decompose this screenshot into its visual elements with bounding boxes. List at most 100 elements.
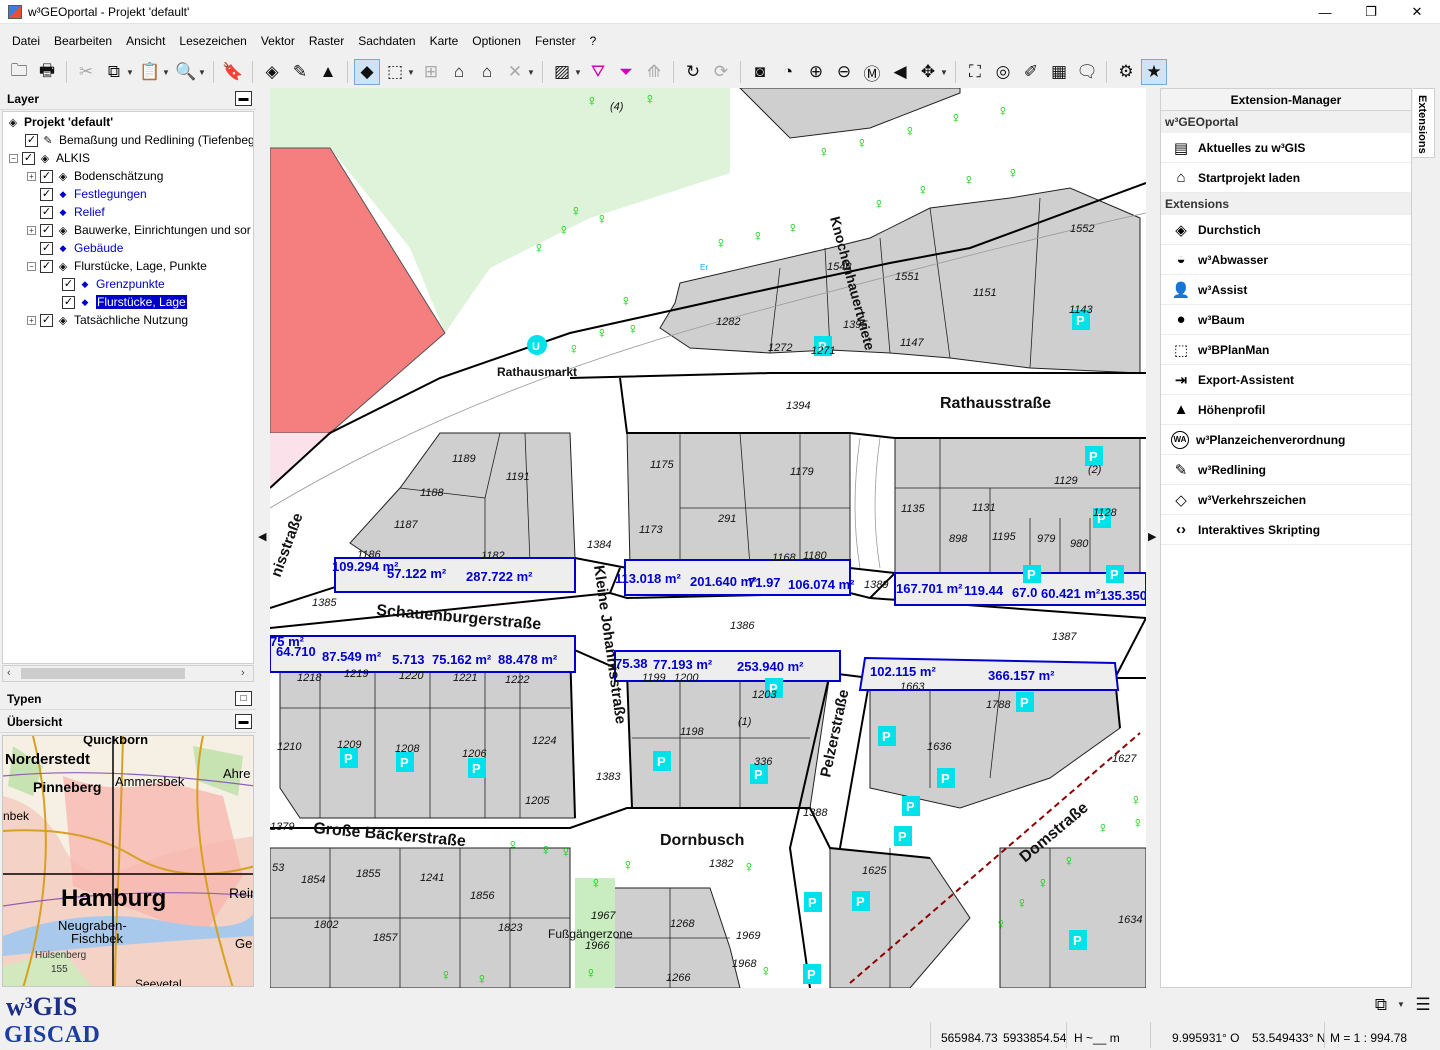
ext-item-planzeichen[interactable]: WA w³Planzeichenverordnung — [1161, 425, 1411, 455]
tree-row-grenzpunkte[interactable]: ✓ ◆ Grenzpunkte — [62, 275, 165, 293]
layer-checkbox[interactable]: ✓ — [40, 223, 53, 237]
ext-item-startprojekt[interactable]: ⌂ Startprojekt laden — [1161, 163, 1411, 193]
zoom-m-icon[interactable]: Ⓜ — [859, 59, 885, 85]
grid-select-icon[interactable]: ⊞ — [418, 59, 444, 85]
deselect-icon[interactable]: ✕ — [502, 59, 528, 85]
layout-dropdown-icon[interactable]: ▼ — [1397, 1000, 1406, 1009]
ext-item-durchstich[interactable]: ◈ Durchstich — [1161, 215, 1411, 245]
map-canvas[interactable]: ♀ ♀ ♀ ♀ ♀ ♀ ♀ ♀ ♀ ♀ ♀ ♀ ♀ ♀ ♀ ♀ ♀ ♀ ♀ ♀ ♀ ♀ ♀ ♀ ♀ ♀ ♀ ♀ ♀ ♀ ♀ ♀ … — [270, 88, 1146, 988]
draw-line-icon[interactable]: ✎ — [287, 59, 313, 85]
zoom-in-icon[interactable]: ⊕ — [803, 59, 829, 85]
tree-row-gebaeude[interactable]: ✓ ◆ Gebäude — [40, 239, 123, 257]
ext-item-redlining[interactable]: ✎ w³Redlining — [1161, 455, 1411, 485]
filter-icon[interactable]: ⏷ — [613, 59, 639, 85]
paste-icon[interactable]: 📋 — [137, 59, 163, 85]
copy-icon[interactable]: ⧉ — [101, 59, 127, 85]
ext-item-verkehrszeichen[interactable]: ◇ w³Verkehrszeichen — [1161, 485, 1411, 515]
expand-icon[interactable]: + — [27, 171, 36, 181]
pan-icon[interactable]: ✥ — [915, 59, 941, 85]
ext-item-assist[interactable]: 👤 w³Assist — [1161, 275, 1411, 305]
target-icon[interactable]: ◎ — [990, 59, 1016, 85]
tree-row-alkis[interactable]: − ✓ ◈ ALKIS — [9, 149, 90, 167]
terrain-icon[interactable]: ▲ — [315, 59, 341, 85]
search-dropdown-icon[interactable]: ▼ — [198, 68, 207, 77]
menu-fenster[interactable]: Fenster — [528, 32, 583, 52]
minimize-button[interactable]: — — [1302, 0, 1348, 24]
buildings-icon[interactable]: ⌂ — [474, 59, 500, 85]
zoom-extent-icon[interactable]: ◙ — [747, 59, 773, 85]
layer-checkbox[interactable]: ✓ — [25, 133, 38, 147]
ext-item-abwasser[interactable]: ◒ w³Abwasser — [1161, 245, 1411, 275]
zoom-out-icon[interactable]: ⊖ — [831, 59, 857, 85]
ext-item-baum[interactable]: ● w³Baum — [1161, 305, 1411, 335]
menu-optionen[interactable]: Optionen — [465, 32, 528, 52]
tree-row-festlegungen[interactable]: ✓ ◆ Festlegungen — [40, 185, 147, 203]
paste-dropdown-icon[interactable]: ▼ — [162, 68, 171, 77]
star-icon[interactable]: ★ — [1141, 59, 1167, 85]
tree-row-nutzung[interactable]: + ✓ ◈ Tatsächliche Nutzung — [27, 311, 188, 329]
select-dropdown-icon[interactable]: ▼ — [407, 68, 416, 77]
overview-map[interactable]: Quickborn Norderstedt Ammersbek Ahre Pin… — [2, 735, 254, 987]
deselect-dropdown-icon[interactable]: ▼ — [527, 68, 536, 77]
tree-row-bodenschaetzung[interactable]: + ✓ ◈ Bodenschätzung — [27, 167, 163, 185]
layer-checkbox[interactable]: ✓ — [40, 205, 53, 219]
comment-icon[interactable]: 🗨 — [1074, 59, 1100, 85]
gear-icon[interactable]: ⚙ — [1113, 59, 1139, 85]
expand-icon[interactable]: + — [27, 225, 36, 235]
pan-dropdown-icon[interactable]: ▼ — [940, 68, 949, 77]
refresh-icon[interactable]: ↻ — [680, 59, 706, 85]
print-icon[interactable]: 🖶 — [34, 59, 60, 85]
redraw-icon[interactable]: ⟳ — [708, 59, 734, 85]
expand-icon[interactable]: + — [27, 315, 36, 325]
open-folder-icon[interactable]: 🗀 — [6, 59, 32, 85]
collapse-right-icon[interactable]: ▶ — [1148, 530, 1156, 543]
menu-karte[interactable]: Karte — [423, 32, 466, 52]
hatch-dropdown-icon[interactable]: ▼ — [574, 68, 583, 77]
layer-checkbox[interactable]: ✓ — [62, 277, 75, 291]
ext-item-bplanman[interactable]: ⬚ w³BPlanMan — [1161, 335, 1411, 365]
layer-checkbox[interactable]: ✓ — [40, 241, 53, 255]
restore-panel-button[interactable]: □ — [235, 691, 252, 706]
layer-eye-icon[interactable]: ◈ — [259, 59, 285, 85]
filter-points-icon[interactable]: ⛛ — [585, 59, 611, 85]
layer-checkbox[interactable]: ✓ — [40, 313, 53, 327]
ext-item-export[interactable]: ⇥ Export-Assistent — [1161, 365, 1411, 395]
tree-row-bauwerke[interactable]: + ✓ ◈ Bauwerke, Einrichtungen und sor — [27, 221, 251, 239]
menu-help[interactable]: ? — [583, 32, 604, 52]
layer-checkbox[interactable]: ✓ — [40, 169, 53, 183]
tree-row-bemassung[interactable]: ✓ ✎ Bemaßung und Redlining (Tiefenbeg — [25, 131, 253, 149]
zoom-back-icon[interactable]: ◀ — [887, 59, 913, 85]
user-frame-icon[interactable]: ⛶ — [962, 59, 988, 85]
layer-checkbox[interactable]: ✓ — [22, 151, 35, 165]
menu-vektor[interactable]: Vektor — [254, 32, 302, 52]
ext-item-hoehenprofil[interactable]: ▲ Höhenprofil — [1161, 395, 1411, 425]
scroll-thumb[interactable] — [21, 668, 185, 679]
menu-lesezeichen[interactable]: Lesezeichen — [172, 32, 253, 52]
table-icon[interactable]: ▦ — [1046, 59, 1072, 85]
edit-icon[interactable]: ✐ — [1018, 59, 1044, 85]
layer-hscrollbar[interactable]: ‹ › — [2, 665, 254, 682]
scroll-right-icon[interactable]: › — [241, 667, 245, 679]
close-button[interactable]: ✕ — [1394, 0, 1440, 24]
search-icon[interactable]: 🔍 — [173, 59, 199, 85]
menu-sachdaten[interactable]: Sachdaten — [351, 32, 422, 52]
scroll-left-icon[interactable]: ‹ — [7, 667, 11, 679]
menu-raster[interactable]: Raster — [302, 32, 351, 52]
menu-ansicht[interactable]: Ansicht — [119, 32, 172, 52]
select-feature-icon[interactable]: ◆ — [354, 59, 380, 85]
copy-dropdown-icon[interactable]: ▼ — [126, 68, 135, 77]
menu-bearbeiten[interactable]: Bearbeiten — [47, 32, 119, 52]
stack-icon[interactable]: ⟰ — [641, 59, 667, 85]
menu-datei[interactable]: Datei — [5, 32, 47, 52]
minimize-panel-button[interactable]: ▬ — [235, 91, 252, 106]
layer-checkbox[interactable]: ✓ — [62, 295, 75, 309]
collapse-icon[interactable]: − — [27, 261, 36, 271]
tree-row-projekt[interactable]: ◈ Projekt 'default' — [7, 113, 113, 131]
layer-checkbox[interactable]: ✓ — [40, 259, 53, 273]
list-icon[interactable]: ☰ — [1410, 992, 1436, 1018]
tree-row-flurstuecke-lage[interactable]: ✓ ◆ Flurstücke, Lage — [62, 293, 187, 311]
extensions-side-tab[interactable]: Extensions — [1413, 88, 1435, 158]
bookmark-icon[interactable]: 🔖 — [220, 59, 246, 85]
minimize-panel-button[interactable]: ▬ — [235, 714, 252, 729]
cut-icon[interactable]: ✂ — [73, 59, 99, 85]
